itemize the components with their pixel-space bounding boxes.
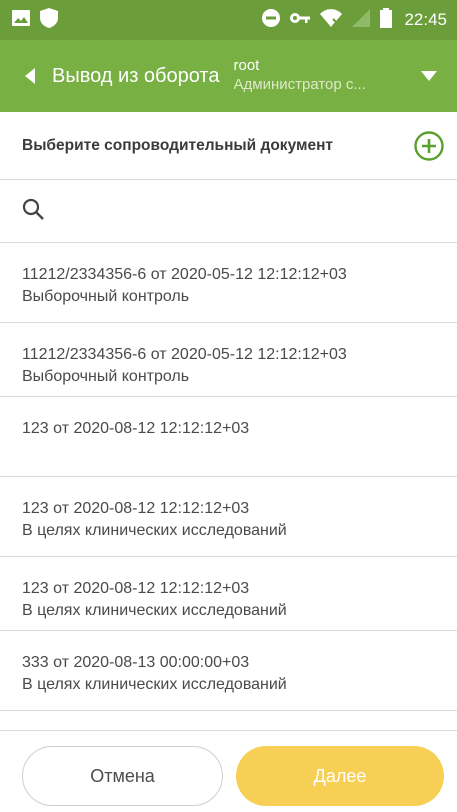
user-menu-button[interactable] (413, 60, 445, 92)
battery-icon (380, 7, 393, 33)
shield-icon (40, 7, 58, 33)
select-header: Выберите сопроводительный документ (0, 112, 457, 180)
user-role: Администратор с... (233, 76, 366, 93)
app-title: Вывод из оборота (52, 64, 220, 87)
document-number: 11212/2334356-6 от 2020-05-12 12:12:12+0… (22, 266, 347, 283)
list-item[interactable]: 123 от 2020-08-12 12:12:12+03 (0, 397, 457, 477)
add-circle-icon (414, 130, 444, 161)
list-item[interactable]: 11212/2334356-6 от 2020-05-12 12:12:12+0… (0, 323, 457, 397)
document-number: 123 от 2020-08-12 12:12:12+03 (22, 420, 250, 437)
do-not-disturb-icon (262, 8, 281, 32)
document-number: 333 от 2020-08-13 00:00:00+03 (22, 654, 250, 671)
document-number: 11212/2334356-6 от 2020-05-12 12:12:12+0… (22, 346, 347, 363)
document-number: 123 от 2020-08-12 12:12:12+03 (22, 580, 250, 597)
back-arrow-icon (25, 68, 35, 84)
dropdown-arrow-icon (421, 71, 437, 81)
add-document-button[interactable] (411, 128, 447, 164)
user-name: root (233, 57, 260, 74)
cancel-button[interactable]: Отмена (22, 746, 223, 806)
no-sim-icon (352, 8, 371, 32)
status-right: 22:45 (262, 7, 447, 33)
document-list: 11212/2334356-6 от 2020-05-12 12:12:12+0… (0, 243, 457, 711)
list-item[interactable]: 11212/2334356-6 от 2020-05-12 12:12:12+0… (0, 243, 457, 323)
status-left (12, 7, 58, 33)
document-type: В целях клинических исследований (22, 522, 287, 539)
document-number: 123 от 2020-08-12 12:12:12+03 (22, 500, 250, 517)
status-time: 22:45 (404, 10, 447, 29)
document-type: Выборочный контроль (22, 288, 190, 305)
list-item[interactable]: 123 от 2020-08-12 12:12:12+03 В целях кл… (0, 557, 457, 631)
document-type: В целях клинических исследований (22, 602, 287, 619)
back-button[interactable] (10, 40, 50, 112)
bottom-bar: Отмена Далее (0, 730, 457, 812)
image-icon (12, 9, 30, 31)
status-bar: 22:45 (0, 0, 457, 40)
key-icon (290, 11, 311, 29)
next-button[interactable]: Далее (236, 746, 444, 806)
list-item[interactable]: 123 от 2020-08-12 12:12:12+03 В целях кл… (0, 477, 457, 557)
search-input[interactable] (56, 201, 416, 221)
wifi-icon (320, 8, 343, 32)
list-item[interactable]: 333 от 2020-08-13 00:00:00+03 В целях кл… (0, 631, 457, 711)
screen: 22:45 Вывод из оборота root Администрато… (0, 0, 457, 812)
document-type: Выборочный контроль (22, 368, 190, 385)
search-row (0, 180, 457, 243)
select-title: Выберите сопроводительный документ (22, 136, 334, 154)
document-type: В целях клинических исследований (22, 676, 287, 693)
search-icon[interactable] (22, 198, 44, 225)
user-block: root Администратор с... (234, 57, 374, 95)
app-bar: Вывод из оборота root Администратор с... (0, 40, 457, 112)
